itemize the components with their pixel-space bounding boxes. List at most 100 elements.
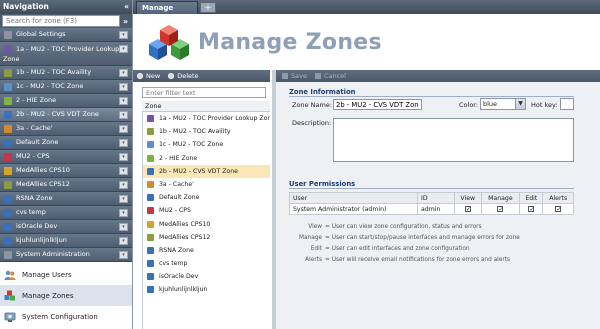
sidebar-zone-label: RSNA Zone [16, 194, 53, 202]
list-item[interactable]: kjuhlunlijnlkljun [143, 283, 270, 296]
chevron-down-icon[interactable]: ▾ [119, 139, 128, 147]
sidebar-zone-item[interactable]: kjuhlunlijnlkljun ▾ [0, 234, 132, 248]
collapse-icon[interactable]: « [124, 0, 129, 14]
list-item[interactable]: MedAllies CPS12 [143, 231, 270, 244]
sidebar-zone-item[interactable]: 1b - MU2 - TOC Availity ▾ [0, 66, 132, 80]
delete-zone-button[interactable]: Delete [168, 70, 199, 82]
zone-icon [147, 128, 154, 136]
column-header-view[interactable]: View [454, 192, 482, 204]
sidebar-zone-item[interactable]: MedAllies CPS12 ▾ [0, 178, 132, 192]
sidebar-zone-item[interactable]: Global Settings ▾ [0, 28, 132, 42]
list-item[interactable]: cvs temp [143, 257, 270, 270]
column-header-id[interactable]: ID [417, 192, 455, 204]
hotkey-field[interactable] [560, 98, 574, 110]
zone-icon [4, 181, 12, 189]
zone-list-label: 3a - Cache' [159, 180, 194, 188]
chevron-down-icon[interactable]: ▾ [119, 181, 128, 189]
column-header-user[interactable]: User [289, 192, 418, 204]
list-item[interactable]: 1a - MU2 - TOC Provider Lookup Zone [143, 112, 270, 125]
chevron-down-icon[interactable]: ▾ [119, 209, 128, 217]
sidebar-zone-item[interactable]: MedAllies CPS10 ▾ [0, 164, 132, 178]
cancel-icon [314, 73, 321, 79]
new-zone-label: New [146, 72, 161, 80]
sidebar-zone-item[interactable]: MU2 - CPS ▾ [0, 150, 132, 164]
chevron-down-icon[interactable]: ▾ [119, 223, 128, 231]
list-toolbar: New Delete [133, 70, 270, 82]
chevron-down-icon[interactable]: ▾ [119, 83, 128, 91]
color-select[interactable]: blue ▼ [480, 98, 526, 110]
section-divider [289, 188, 574, 189]
navigation-title: Navigation [3, 2, 49, 11]
list-item[interactable]: isOracle Dev [143, 270, 270, 283]
save-button[interactable]: Save [282, 70, 307, 82]
list-item[interactable]: 3a - Cache' [143, 178, 270, 191]
sidebar-zone-item[interactable]: 1c - MU2 - TOC Zone ▾ [0, 80, 132, 94]
nav-link-manage-zones[interactable]: Manage Zones [0, 285, 132, 306]
sidebar-zone-item[interactable]: 3a - Cache' ▾ [0, 122, 132, 136]
list-item[interactable]: 2b - MU2 - CVS VDT Zone [143, 164, 270, 178]
edit-checkbox[interactable]: ✓ [528, 205, 534, 212]
view-checkbox[interactable]: ✓ [464, 205, 471, 212]
add-tab-button[interactable]: + [200, 2, 216, 13]
chevron-down-icon[interactable]: ▾ [119, 125, 128, 133]
chevron-down-icon[interactable]: ▾ [119, 69, 128, 77]
sidebar-zone-item[interactable]: System Administration ▾ [0, 248, 132, 262]
zone-icon [4, 139, 12, 147]
list-item[interactable]: MedAllies CPS10 [143, 218, 270, 231]
chevron-down-icon[interactable]: ▾ [119, 167, 128, 175]
save-icon [282, 73, 288, 79]
zone-list-label: MedAllies CPS10 [159, 220, 211, 228]
zone-filter-input[interactable] [142, 87, 266, 98]
chevron-down-icon[interactable]: ▾ [119, 111, 128, 119]
zone-icon [147, 115, 154, 122]
zone-list-label: 2 - HIE Zone [159, 154, 198, 162]
manage-checkbox[interactable]: ✓ [497, 205, 503, 212]
sidebar-zone-label: 1b - MU2 - TOC Availity [16, 68, 92, 76]
column-header-edit[interactable]: Edit [519, 192, 544, 204]
tab-manage-zones[interactable]: Manage Zones [136, 1, 198, 24]
nav-link-manage-users[interactable]: Manage Users [0, 264, 132, 285]
chevron-down-icon[interactable]: ▼ [515, 99, 525, 109]
chevron-down-icon[interactable]: ▾ [119, 31, 128, 39]
alerts-checkbox[interactable]: ✓ [555, 205, 561, 212]
list-item[interactable]: RSNA Zone [143, 244, 270, 257]
column-header-alerts[interactable]: Alerts [542, 192, 574, 204]
sidebar-zone-item[interactable]: 2 - HIE Zone ▾ [0, 94, 132, 108]
zone-list-label: Default Zone [159, 194, 200, 202]
sidebar-zone-item[interactable]: cvs temp ▾ [0, 206, 132, 220]
sidebar-zone-item[interactable]: Default Zone ▾ [0, 136, 132, 150]
sidebar-zone-label: 2 - HIE Zone [16, 96, 57, 104]
zone-icon [147, 273, 154, 281]
sidebar-zone-item[interactable]: 1a - MU2 - TOC Provider Lookup Zone ▾ [0, 42, 132, 66]
list-item[interactable]: 1c - MU2 - TOC Zone [143, 138, 270, 151]
chevron-down-icon[interactable]: ▾ [119, 251, 128, 259]
permission-user: System Administrator (admin) [289, 203, 418, 215]
list-item[interactable]: MU2 - CPS [143, 204, 270, 217]
detail-toolbar: Save Cancel [276, 70, 600, 82]
new-zone-button[interactable]: New [137, 70, 160, 82]
cancel-button[interactable]: Cancel [314, 70, 346, 82]
chevron-down-icon[interactable]: ▾ [119, 195, 128, 203]
zone-list-label: isOracle Dev [159, 273, 199, 281]
list-item[interactable]: 1b - MU2 - TOC Availity [143, 125, 270, 138]
list-item[interactable]: Default Zone [143, 191, 270, 204]
section-divider [289, 96, 574, 97]
nav-link-system-configuration[interactable]: System Configuration [0, 306, 132, 327]
chevron-down-icon[interactable]: ▾ [119, 97, 128, 105]
search-go-icon[interactable]: » [123, 17, 128, 26]
chevron-down-icon[interactable]: ▾ [119, 237, 128, 245]
sidebar-zone-item[interactable]: isOracle Dev ▾ [0, 220, 132, 234]
zone-name-label: Zone Name: [292, 101, 332, 109]
sidebar-zone-item[interactable]: 2b - MU2 - CVS VDT Zone ▾ [0, 108, 132, 122]
description-field[interactable] [333, 118, 574, 162]
list-item[interactable]: 2 - HIE Zone [143, 152, 270, 165]
zone-icon [147, 180, 154, 188]
zone-search-input[interactable] [2, 15, 120, 27]
sidebar-zone-item[interactable]: RSNA Zone ▾ [0, 192, 132, 206]
column-header-manage[interactable]: Manage [480, 192, 521, 204]
zone-name-field[interactable] [333, 99, 422, 110]
zone-list-label: MU2 - CPS [159, 207, 191, 215]
zone-column-header[interactable]: Zone [142, 101, 270, 112]
chevron-down-icon[interactable]: ▾ [119, 153, 128, 161]
chevron-down-icon[interactable]: ▾ [119, 45, 128, 53]
